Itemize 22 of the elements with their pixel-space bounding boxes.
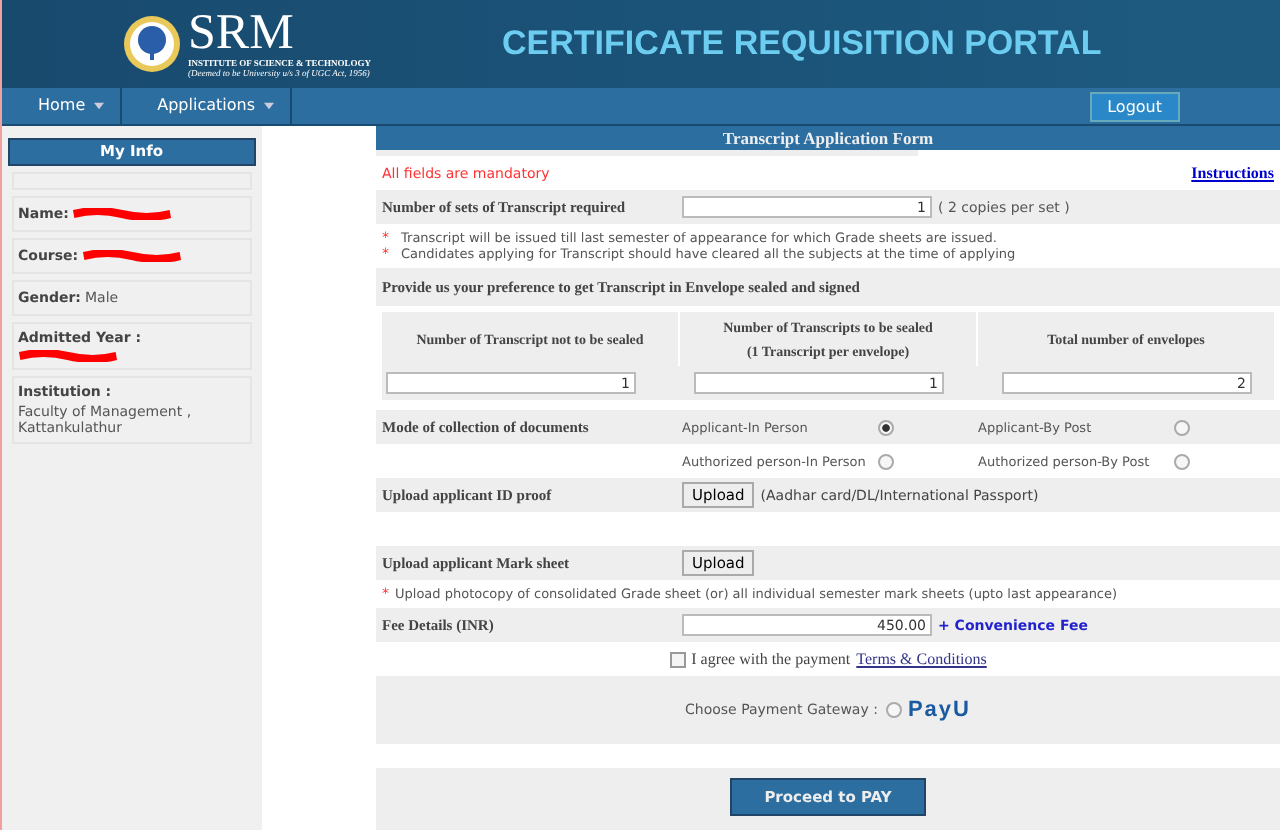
portal-title: CERTIFICATE REQUISITION PORTAL [502,24,1102,64]
radio-button[interactable] [1174,453,1190,469]
terms-link[interactable]: Terms & Conditions [856,650,987,668]
radio-button[interactable] [1174,419,1190,435]
redaction-mark [82,250,183,262]
gateway-logo: PayU [907,698,971,722]
redaction-mark [18,350,118,362]
form-title: Transcript Application Form [376,126,1280,150]
agree-text: I agree with the payment [691,650,851,668]
logout-button[interactable]: Logout [1089,91,1180,121]
radio-button[interactable] [878,453,894,469]
nav-menu[interactable]: Applications [157,96,255,114]
caret-icon[interactable] [263,102,273,110]
radio-button[interactable] [878,419,894,435]
nav-menu[interactable]: Home [38,96,86,114]
checkbox[interactable] [669,651,686,667]
redaction-mark [72,208,173,220]
logo-name: SRM [188,10,296,58]
radio-button[interactable] [885,702,902,718]
caret-icon[interactable] [93,102,104,110]
instructions-link[interactable]: Instructions [1191,164,1274,182]
tree-emblem-icon [122,14,182,74]
